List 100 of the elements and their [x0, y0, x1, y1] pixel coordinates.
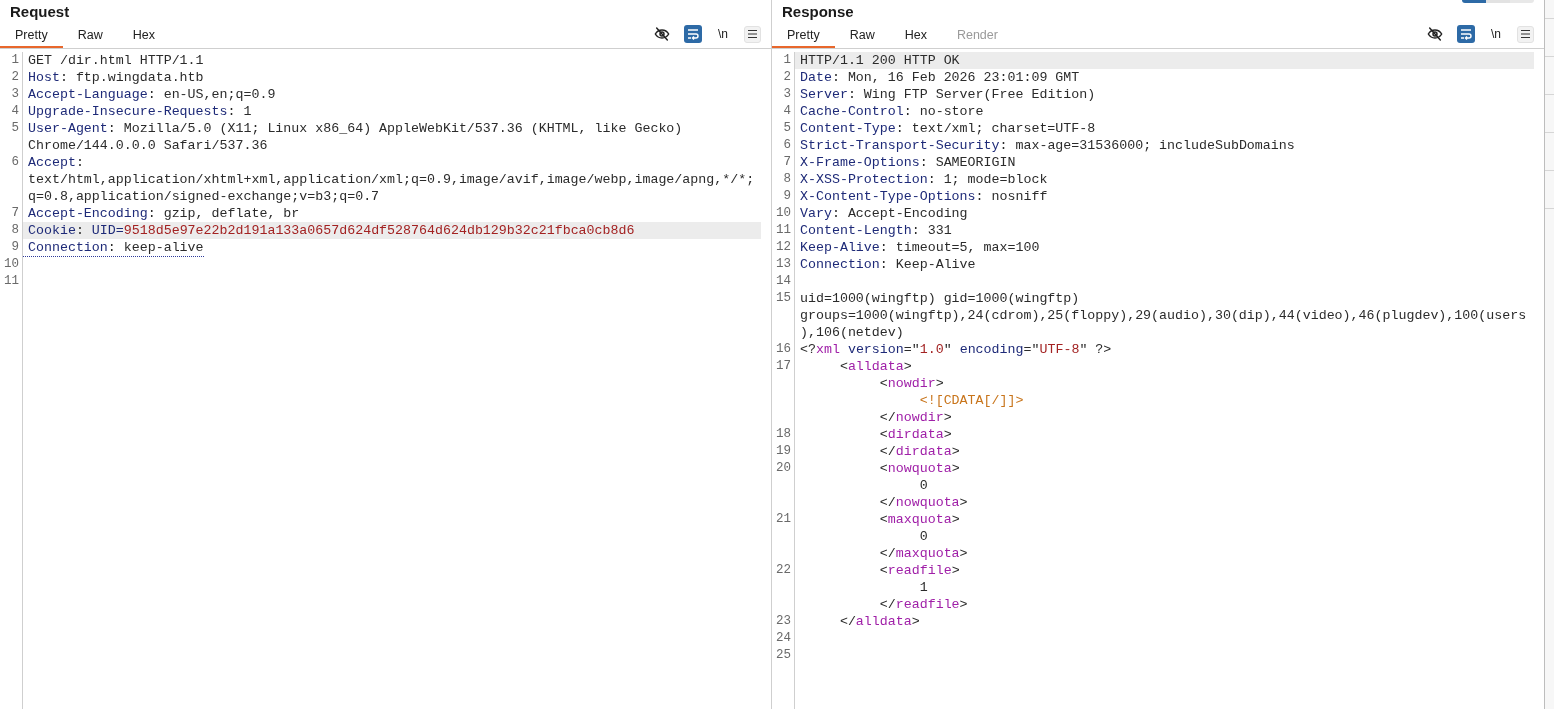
line-number: 7 — [782, 154, 792, 171]
code-line: Cache-Control: no-store — [800, 104, 984, 119]
code-line: ),106(netdev) — [800, 325, 904, 340]
pane-title: Request — [10, 2, 70, 22]
code-line: </dirdata> — [878, 444, 960, 459]
line-number: 14 — [775, 273, 792, 290]
line-number: 6 — [782, 137, 792, 154]
eye-off-icon[interactable] — [654, 26, 670, 42]
code-line: 0 — [918, 529, 928, 544]
code-line: </maxquota> — [878, 546, 968, 561]
line-number: 10 — [3, 256, 20, 273]
code-line: Content-Type: text/xml; charset=UTF-8 — [800, 121, 1096, 136]
tab[interactable]: Hex — [117, 24, 170, 48]
line-number: 24 — [775, 630, 792, 647]
code-line: </nowquota> — [878, 495, 968, 510]
code-line: </alldata> — [838, 614, 920, 629]
line-number: 20 — [775, 460, 792, 477]
code-line: uid=1000(wingftp) gid=1000(wingftp) — [800, 291, 1080, 306]
code-line: Server: Wing FTP Server(Free Edition) — [800, 87, 1096, 102]
code-line: Accept-Language: en-US,en;q=0.9 — [28, 87, 276, 102]
line-number: 4 — [10, 103, 20, 120]
code-line: Accept-Encoding: gzip, deflate, br — [28, 206, 300, 221]
line-number: 12 — [775, 239, 792, 256]
wrap-toggle[interactable] — [1457, 25, 1475, 43]
code-line: text/html,application/xhtml+xml,application/xml;q=0.9,image/avif,image/webp,image/apng,*/*; — [28, 172, 755, 187]
view-toggle[interactable] — [1462, 0, 1534, 3]
line-number: 19 — [775, 443, 792, 460]
line-number: 2 — [782, 69, 792, 86]
line-number: 11 — [775, 222, 792, 239]
line-number: 2 — [10, 69, 20, 86]
menu-button[interactable] — [744, 25, 761, 43]
code-line: <nowdir> — [878, 376, 944, 391]
code-line: X-Frame-Options: SAMEORIGIN — [800, 155, 1016, 170]
code-line: <![CDATA[/]]> — [918, 393, 1024, 408]
code-line: Accept: — [28, 155, 84, 170]
tab[interactable]: Pretty — [0, 24, 63, 48]
code-line: <readfile> — [878, 563, 960, 578]
code-line: Host: ftp.wingdata.htb — [28, 70, 204, 85]
eye-off-icon[interactable] — [1427, 26, 1443, 42]
code-line: Connection: Keep-Alive — [800, 257, 976, 272]
line-number: 1 — [10, 52, 20, 69]
newline-toggle[interactable]: \n — [1489, 25, 1503, 43]
code-line: Connection: keep-alive — [28, 240, 204, 255]
line-number: 13 — [775, 256, 792, 273]
wrap-toggle[interactable] — [684, 25, 702, 43]
line-number: 4 — [782, 103, 792, 120]
line-number: 3 — [782, 86, 792, 103]
code-line: Content-Length: 331 — [800, 223, 952, 238]
menu-icon — [1520, 29, 1531, 39]
line-number: 10 — [775, 205, 792, 222]
code-line: <nowquota> — [878, 461, 960, 476]
code-line: Vary: Accept-Encoding — [800, 206, 968, 221]
line-number: 8 — [10, 222, 20, 239]
line-number: 22 — [775, 562, 792, 579]
code-line: Date: Mon, 16 Feb 2026 23:01:09 GMT — [800, 70, 1080, 85]
newline-toggle[interactable]: \n — [716, 25, 730, 43]
code-line: <dirdata> — [878, 427, 952, 442]
code-line: <maxquota> — [878, 512, 960, 527]
line-number: 18 — [775, 426, 792, 443]
code-line: <?xml version="1.0" encoding="UTF-8" ?> — [800, 342, 1112, 357]
code-line: Cookie: UID=9518d5e97e22b2d191a133a0657d624df528764d624db129b32c21fbca0cb8d6 — [28, 223, 635, 238]
text-wrap-icon — [687, 28, 699, 40]
line-number: 8 — [782, 171, 792, 188]
line-number: 9 — [10, 239, 20, 256]
line-number: 1 — [782, 52, 792, 69]
line-number: 15 — [775, 290, 792, 307]
line-number: 25 — [775, 647, 792, 664]
line-number: 3 — [10, 86, 20, 103]
line-number: 7 — [10, 205, 20, 222]
code-line: q=0.8,application/signed-exchange;v=b3;q=0.7 — [28, 189, 380, 204]
line-number: 11 — [3, 273, 20, 290]
code-line: 0 — [918, 478, 928, 493]
tab[interactable]: Pretty — [772, 24, 835, 48]
code-line: X-Content-Type-Options: nosniff — [800, 189, 1048, 204]
line-number: 21 — [775, 511, 792, 528]
code-line: Upgrade-Insecure-Requests: 1 — [28, 104, 252, 119]
line-number: 6 — [10, 154, 20, 171]
tab[interactable]: Hex — [889, 24, 942, 48]
code-line: Chrome/144.0.0.0 Safari/537.36 — [28, 138, 268, 153]
line-number: 16 — [775, 341, 792, 358]
code-line: <alldata> — [838, 359, 912, 374]
code-line: </readfile> — [878, 597, 968, 612]
text-wrap-icon — [1460, 28, 1472, 40]
pane-title: Response — [782, 2, 854, 22]
code-line: </nowdir> — [878, 410, 952, 425]
code-line: Strict-Transport-Security: max-age=31536000; includeSubDomains — [800, 138, 1295, 153]
line-number: 17 — [775, 358, 792, 375]
tab[interactable]: Raw — [62, 24, 118, 48]
line-number: 9 — [782, 188, 792, 205]
line-number: 5 — [10, 120, 20, 137]
code-line: groups=1000(wingftp),24(cdrom),25(floppy),29(audio),30(dip),44(video),46(plugdev),100(users — [800, 308, 1527, 323]
line-number: 5 — [782, 120, 792, 137]
code-line: User-Agent: Mozilla/5.0 (X11; Linux x86_64) AppleWebKit/537.36 (KHTML, like Gecko) — [28, 121, 683, 136]
tab[interactable]: Raw — [834, 24, 890, 48]
code-line: HTTP/1.1 200 HTTP OK — [800, 53, 960, 68]
menu-button[interactable] — [1517, 25, 1534, 43]
code-line: GET /dir.html HTTP/1.1 — [28, 53, 204, 68]
menu-icon — [747, 29, 758, 39]
code-line: X-XSS-Protection: 1; mode=block — [800, 172, 1048, 187]
line-number: 23 — [775, 613, 792, 630]
